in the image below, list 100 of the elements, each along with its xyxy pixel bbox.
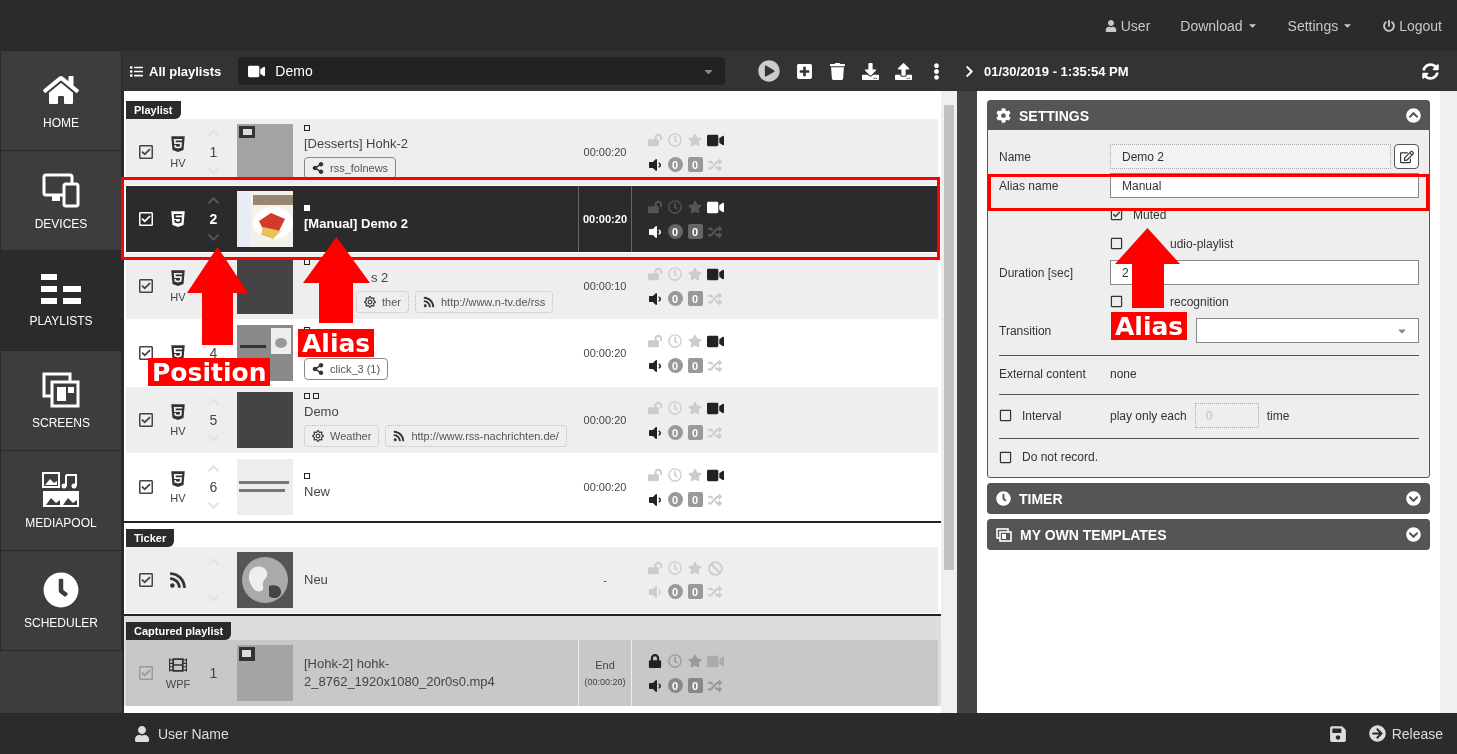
checkbox[interactable]: [999, 450, 1012, 464]
clock-icon[interactable]: [668, 267, 682, 281]
sidebar-item[interactable]: PLAYLISTS: [0, 251, 122, 351]
top-menu-item[interactable]: Logout: [1383, 17, 1442, 34]
panel-header[interactable]: TIMER: [988, 484, 1429, 513]
checkbox[interactable]: [138, 278, 154, 294]
playlist-row[interactable]: HV 1 [Desserts] Hohk-2 rss_folnews 00:00:20 0 0: [126, 119, 938, 185]
checkbox[interactable]: [1110, 208, 1123, 221]
transition-select[interactable]: [1196, 318, 1419, 343]
playlist-row[interactable]: Neu - 0 0: [126, 547, 938, 613]
shuffle-icon[interactable]: [708, 157, 722, 172]
interval-suffix: time: [1266, 408, 1290, 423]
move-up-icon[interactable]: [207, 462, 220, 475]
checkbox[interactable]: [1110, 295, 1123, 308]
move-down-icon[interactable]: [207, 231, 220, 244]
item-title: New: [304, 483, 331, 501]
scrollbar[interactable]: [941, 91, 957, 713]
top-menu-item[interactable]: User: [1104, 17, 1151, 34]
download-icon[interactable]: [862, 62, 879, 80]
speaker-icon[interactable]: [647, 424, 663, 441]
sidebar-item[interactable]: SCREENS: [0, 351, 122, 451]
move-down-icon[interactable]: [207, 164, 220, 177]
shuffle-icon[interactable]: [708, 584, 722, 599]
shuffle-icon[interactable]: [708, 492, 722, 507]
unlock-icon[interactable]: [648, 133, 662, 147]
checkbox[interactable]: [999, 409, 1012, 422]
all-playlists-link[interactable]: All playlists: [130, 63, 231, 79]
edit-button[interactable]: [1394, 144, 1419, 169]
checkbox[interactable]: [138, 479, 154, 495]
counter-badge: 0: [687, 157, 703, 172]
html5-icon: [169, 403, 187, 421]
unlock-icon[interactable]: [648, 334, 662, 348]
list-icon: [41, 273, 81, 306]
playlist-row[interactable]: 2 [Manual] Demo 2 00:00:20 0 0: [126, 186, 938, 252]
counter-badge: 0: [667, 492, 683, 507]
clock-icon[interactable]: [668, 401, 682, 415]
star-icon[interactable]: [688, 561, 702, 575]
shuffle-icon[interactable]: [708, 224, 722, 239]
top-menu-item[interactable]: Settings: [1287, 17, 1354, 34]
checkbox[interactable]: [138, 345, 154, 361]
unlock-icon[interactable]: [648, 468, 662, 482]
unlock-icon[interactable]: [648, 267, 662, 281]
ban-icon[interactable]: [707, 560, 723, 576]
checkbox-label[interactable]: recognition: [1170, 294, 1229, 309]
clock-icon[interactable]: [668, 334, 682, 348]
checkbox[interactable]: [138, 144, 154, 160]
checkbox[interactable]: [138, 211, 154, 227]
clock-icon[interactable]: [668, 561, 682, 575]
speaker-icon[interactable]: [647, 290, 663, 307]
checkbox[interactable]: [1110, 237, 1123, 250]
star-icon[interactable]: [688, 334, 702, 348]
type-label: HV: [170, 492, 186, 504]
shuffle-icon[interactable]: [708, 425, 722, 440]
clock-icon[interactable]: [668, 200, 682, 214]
speaker-icon[interactable]: [647, 357, 663, 374]
move-up-icon[interactable]: [207, 194, 220, 207]
panel-header[interactable]: SETTINGS: [988, 101, 1429, 130]
checkbox-label[interactable]: udio-playlist: [1170, 236, 1234, 251]
upload-icon[interactable]: [895, 62, 912, 80]
unlock-icon[interactable]: [648, 401, 662, 415]
top-menu-item[interactable]: Download: [1180, 17, 1258, 34]
speaker-icon[interactable]: [647, 156, 663, 173]
panel-header[interactable]: MY OWN TEMPLATES: [988, 520, 1429, 549]
html5-icon: [169, 210, 187, 228]
unlock-icon[interactable]: [648, 200, 662, 214]
checkbox-label[interactable]: Do not record.: [1022, 450, 1099, 464]
clock-icon[interactable]: [668, 133, 682, 147]
star-icon[interactable]: [688, 267, 702, 281]
star-icon[interactable]: [688, 401, 702, 415]
shuffle-icon[interactable]: [708, 291, 722, 306]
unlock-icon[interactable]: [648, 561, 662, 575]
save-icon[interactable]: [1328, 724, 1347, 743]
clock-icon[interactable]: [668, 468, 682, 482]
play-icon[interactable]: [758, 60, 780, 82]
sidebar-item[interactable]: DEVICES: [0, 151, 122, 251]
star-icon[interactable]: [688, 133, 702, 147]
shuffle-icon[interactable]: [708, 358, 722, 373]
checkbox[interactable]: [138, 572, 154, 588]
checkbox-label[interactable]: Muted: [1133, 207, 1167, 222]
playlist-row[interactable]: HV 5 Demo Weather http://www.rss-nachrichten.de/ 00:00:20 0 0: [126, 387, 938, 453]
star-icon[interactable]: [688, 200, 702, 214]
playlist-select[interactable]: Demo: [238, 57, 725, 85]
checkbox-label[interactable]: Interval: [1022, 408, 1062, 423]
refresh-icon[interactable]: [1422, 62, 1439, 80]
chevron-right-icon[interactable]: [963, 64, 976, 78]
move-down-icon[interactable]: [207, 499, 220, 512]
plus-icon[interactable]: [796, 62, 813, 80]
input-field[interactable]: Manual: [1110, 173, 1419, 198]
scrollbar[interactable]: [1440, 91, 1457, 713]
release-button[interactable]: Release: [1368, 725, 1443, 742]
sidebar-item[interactable]: MEDIAPOOL: [0, 451, 122, 551]
date-time: 01/30/2019 - 1:35:54 PM: [984, 63, 1130, 79]
checkbox[interactable]: [138, 412, 154, 428]
user-icon: [134, 725, 150, 742]
sidebar-item[interactable]: SCHEDULER: [0, 551, 122, 651]
trash-icon[interactable]: [829, 62, 846, 80]
speaker-icon[interactable]: [647, 223, 663, 240]
speaker-icon[interactable]: [647, 491, 663, 508]
star-icon[interactable]: [688, 468, 702, 482]
sidebar-item[interactable]: HOME: [0, 51, 122, 151]
